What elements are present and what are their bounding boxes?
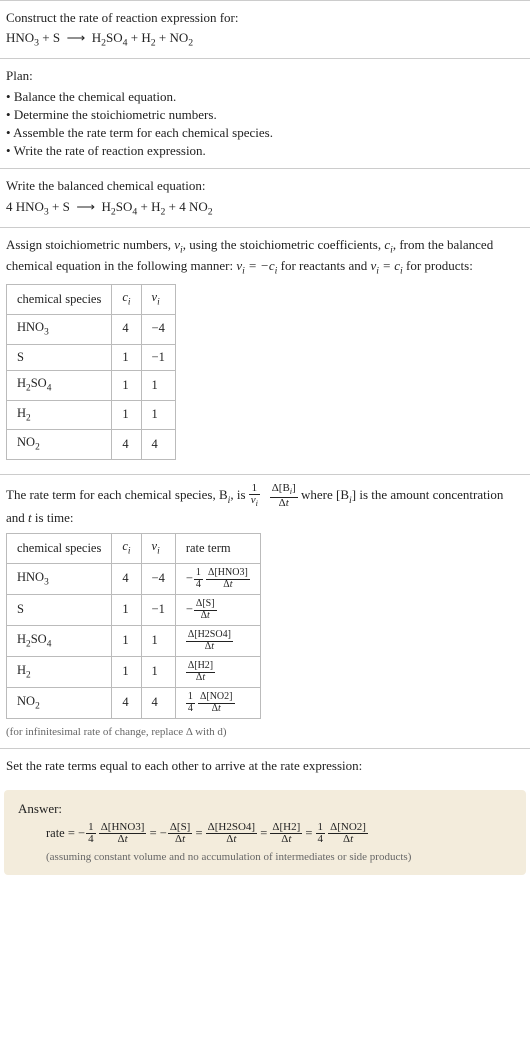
cell-c: 1 <box>112 371 141 401</box>
rateterm-table: chemical species ci νi rate term HNO3 4 … <box>6 533 261 719</box>
cell-c: 4 <box>112 688 141 719</box>
cell-c: 4 <box>112 564 141 595</box>
cell-c: 4 <box>112 430 141 460</box>
col-rateterm: rate term <box>175 534 260 564</box>
cell-nu: −4 <box>141 314 175 344</box>
table-row: H2 1 1 Δ[H2]Δt <box>7 657 261 688</box>
cell-species: HNO3 <box>7 314 112 344</box>
plan-list: Balance the chemical equation. Determine… <box>6 88 524 161</box>
cell-species: S <box>7 344 112 371</box>
answer-box: Answer: rate = −14 Δ[HNO3]Δt = −Δ[S]Δt =… <box>4 790 526 876</box>
cell-rateterm: Δ[H2]Δt <box>175 657 260 688</box>
table-row: H2SO4 1 1 Δ[H2SO4]Δt <box>7 626 261 657</box>
stoich-table: chemical species ci νi HNO3 4 −4 S 1 −1 … <box>6 284 176 460</box>
cell-c: 1 <box>112 595 141 626</box>
cell-nu: 4 <box>141 430 175 460</box>
col-ci: ci <box>112 285 141 315</box>
cell-nu: 4 <box>141 688 175 719</box>
stoich-text-d: for reactants and <box>277 258 370 273</box>
answer-label: Answer: <box>18 800 512 818</box>
infinitesimal-note: (for infinitesimal rate of change, repla… <box>6 725 524 740</box>
rateterm-text-c: where <box>301 487 336 502</box>
cell-nu: 1 <box>141 626 175 657</box>
final-section: Set the rate terms equal to each other t… <box>0 748 530 783</box>
col-nui: νi <box>141 285 175 315</box>
rate-expression: rate = −14 Δ[HNO3]Δt = −Δ[S]Δt = Δ[H2SO4… <box>18 822 512 846</box>
prompt-line1: Construct the rate of reaction expressio… <box>6 9 524 27</box>
plan-item: Write the rate of reaction expression. <box>6 142 524 160</box>
cell-c: 1 <box>112 344 141 371</box>
cell-nu: −1 <box>141 595 175 626</box>
rate-prefix: rate = <box>46 826 78 840</box>
balanced-equation: 4 HNO3 + S ⟶ H2SO4 + H2 + 4 NO2 <box>6 198 524 219</box>
table-row: S 1 −1 <box>7 344 176 371</box>
table-row: NO2 4 4 14 Δ[NO2]Δt <box>7 688 261 719</box>
rateterm-text-e: is time: <box>32 510 74 525</box>
cell-nu: −4 <box>141 564 175 595</box>
cell-c: 1 <box>112 626 141 657</box>
cell-species: H2SO4 <box>7 371 112 401</box>
cell-nu: 1 <box>141 371 175 401</box>
frac-one-over-nu: 1 νi <box>249 483 260 509</box>
prompt-section: Construct the rate of reaction expressio… <box>0 0 530 58</box>
cell-rateterm: Δ[H2SO4]Δt <box>175 626 260 657</box>
table-row: H2 1 1 <box>7 400 176 430</box>
table-row: S 1 −1 −Δ[S]Δt <box>7 595 261 626</box>
cell-nu: 1 <box>141 400 175 430</box>
cell-species: H2 <box>7 400 112 430</box>
cell-species: S <box>7 595 112 626</box>
stoich-text-a: Assign stoichiometric numbers, <box>6 237 174 252</box>
rateterm-section: The rate term for each chemical species,… <box>0 474 530 749</box>
stoich-text: Assign stoichiometric numbers, νi, using… <box>6 236 524 278</box>
cell-nu: −1 <box>141 344 175 371</box>
table-row: HNO3 4 −4 <box>7 314 176 344</box>
plan-section: Plan: Balance the chemical equation. Det… <box>0 58 530 168</box>
col-species: chemical species <box>7 534 112 564</box>
table-row: H2SO4 1 1 <box>7 371 176 401</box>
table-row: HNO3 4 −4 −14 Δ[HNO3]Δt <box>7 564 261 595</box>
table-header-row: chemical species ci νi <box>7 285 176 315</box>
cell-species: NO2 <box>7 688 112 719</box>
final-heading: Set the rate terms equal to each other t… <box>6 757 524 775</box>
stoich-text-b: , using the stoichiometric coefficients, <box>183 237 385 252</box>
stoich-text-e: for products: <box>403 258 473 273</box>
answer-assumption: (assuming constant volume and no accumul… <box>18 850 512 865</box>
prompt-equation: HNO3 + S ⟶ H2SO4 + H2 + NO2 <box>6 29 524 50</box>
rateterm-text: The rate term for each chemical species,… <box>6 483 524 528</box>
plan-heading: Plan: <box>6 67 524 85</box>
cell-rateterm: −Δ[S]Δt <box>175 595 260 626</box>
cell-c: 4 <box>112 314 141 344</box>
stoich-section: Assign stoichiometric numbers, νi , using… <box>0 227 530 474</box>
col-species: chemical species <box>7 285 112 315</box>
table-header-row: chemical species ci νi rate term <box>7 534 261 564</box>
col-nui: νi <box>141 534 175 564</box>
cell-c: 1 <box>112 657 141 688</box>
cell-c: 1 <box>112 400 141 430</box>
table-row: NO2 4 4 <box>7 430 176 460</box>
rateterm-text-a: The rate term for each chemical species, <box>6 487 219 502</box>
cell-species: H2SO4 <box>7 626 112 657</box>
plan-item: Determine the stoichiometric numbers. <box>6 106 524 124</box>
balanced-section: Write the balanced chemical equation: 4 … <box>0 168 530 226</box>
plan-item: Assemble the rate term for each chemical… <box>6 124 524 142</box>
cell-species: HNO3 <box>7 564 112 595</box>
cell-rateterm: 14 Δ[NO2]Δt <box>175 688 260 719</box>
col-ci: ci <box>112 534 141 564</box>
cell-species: NO2 <box>7 430 112 460</box>
cell-species: H2 <box>7 657 112 688</box>
rateterm-text-b: , is <box>230 487 248 502</box>
cell-rateterm: −14 Δ[HNO3]Δt <box>175 564 260 595</box>
frac-dBi-dt: Δ[Bi] Δt <box>270 483 298 509</box>
plan-item: Balance the chemical equation. <box>6 88 524 106</box>
balanced-heading: Write the balanced chemical equation: <box>6 177 524 195</box>
cell-nu: 1 <box>141 657 175 688</box>
